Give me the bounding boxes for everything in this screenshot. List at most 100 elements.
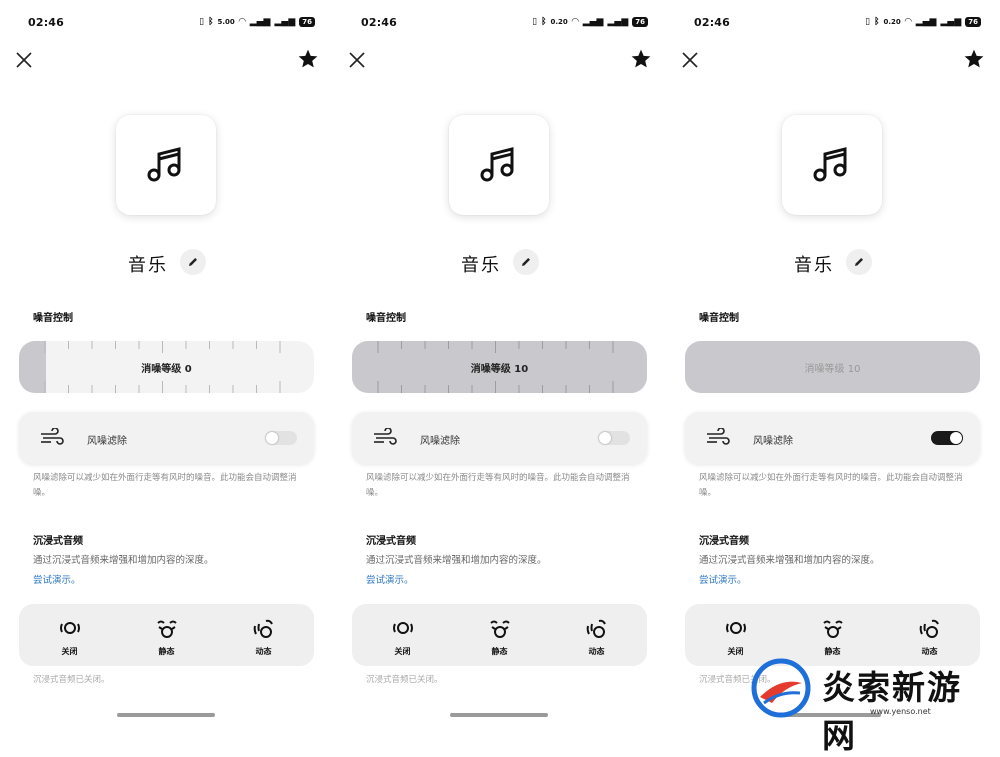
net-speed: 0.20 — [550, 18, 568, 26]
noise-level-slider[interactable]: 消噪等级 0 — [19, 341, 314, 393]
immersive-off-icon — [392, 622, 413, 634]
noise-level-label: 消噪等级 10 — [804, 364, 861, 375]
immersive-option-label: 动态 — [255, 647, 272, 656]
pencil-icon — [522, 258, 530, 266]
immersive-option-off[interactable]: 关闭 — [22, 607, 117, 663]
wind-filter-description: 风噪滤除可以减少如在外面行走等有风时的噪音。此功能会自动调整消噪。 — [366, 473, 630, 498]
try-demo-link[interactable]: 尝试演示。 — [33, 572, 81, 586]
status-icons: ▯ ᛒ 0.20 ◠ ▂▄▆ ▂▄▆ 76 — [532, 17, 648, 27]
status-icons: ▯ ᛒ 0.20 ◠ ▂▄▆ ▂▄▆ 76 — [865, 17, 981, 27]
immersive-heading: 沉浸式音频 — [366, 536, 416, 547]
immersive-description: 通过沉浸式音频来增强和增加内容的深度。 — [699, 555, 880, 566]
close-icon[interactable] — [347, 50, 367, 70]
title-row: 音乐 — [0, 249, 333, 277]
toggle-knob — [950, 432, 962, 444]
phone-screen: 02:46 ▯ ᛒ 0.20 ◠ ▂▄▆ ▂▄▆ 76 音乐 噪音控制 消噪等级… — [666, 0, 999, 723]
status-time: 02:46 — [694, 15, 731, 29]
battery-icon: 76 — [299, 17, 315, 27]
immersive-off-icon — [725, 622, 746, 634]
edit-title-button[interactable] — [846, 249, 872, 275]
immersive-mode-selector: 关闭 静态 动态 — [19, 604, 314, 666]
music-tile — [449, 115, 549, 215]
immersive-option-label: 关闭 — [61, 647, 78, 656]
signal-icon-2: ▂▄▆ — [607, 17, 629, 27]
vibrate-icon: ▯ — [532, 17, 538, 27]
edit-title-button[interactable] — [180, 249, 206, 275]
wifi-icon: ◠ — [571, 17, 579, 27]
noise-control-heading: 噪音控制 — [699, 313, 739, 324]
signal-icon: ▂▄▆ — [915, 17, 937, 27]
star-icon[interactable] — [297, 48, 319, 70]
noise-level-slider[interactable]: 消噪等级 10 — [685, 341, 980, 393]
wind-filter-toggle[interactable] — [598, 431, 630, 445]
immersive-heading: 沉浸式音频 — [699, 536, 749, 547]
immersive-option-off[interactable]: 关闭 — [355, 607, 450, 663]
wind-icon — [41, 428, 64, 445]
battery-icon: 76 — [632, 17, 648, 27]
wind-filter-label: 风噪滤除 — [420, 436, 460, 447]
device-title: 音乐 — [461, 255, 501, 276]
immersive-dynamic-icon — [253, 619, 273, 638]
wind-filter-card[interactable]: 风噪滤除 — [19, 412, 314, 464]
immersive-option-static[interactable]: 静态 — [452, 607, 547, 663]
noise-level-slider[interactable]: 消噪等级 10 — [352, 341, 647, 393]
status-time: 02:46 — [361, 15, 398, 29]
wind-icon — [707, 428, 730, 445]
wind-filter-card[interactable]: 风噪滤除 — [685, 412, 980, 464]
immersive-dynamic-icon — [919, 619, 939, 638]
try-demo-link[interactable]: 尝试演示。 — [366, 572, 414, 586]
pencil-icon — [189, 258, 197, 266]
immersive-status-text: 沉浸式音频已关闭。 — [366, 675, 443, 685]
title-row: 音乐 — [666, 249, 999, 277]
immersive-option-label: 动态 — [588, 647, 605, 656]
wind-filter-card[interactable]: 风噪滤除 — [352, 412, 647, 464]
wind-filter-description: 风噪滤除可以减少如在外面行走等有风时的噪音。此功能会自动调整消噪。 — [33, 473, 297, 498]
music-tile — [116, 115, 216, 215]
music-note-icon — [813, 147, 847, 182]
home-indicator[interactable] — [117, 713, 215, 717]
wifi-icon: ◠ — [238, 17, 246, 27]
immersive-description: 通过沉浸式音频来增强和增加内容的深度。 — [366, 555, 547, 566]
immersive-static-icon — [489, 620, 510, 638]
signal-icon: ▂▄▆ — [582, 17, 604, 27]
top-bar — [347, 48, 652, 72]
toggle-knob — [266, 432, 278, 444]
top-bar — [680, 48, 985, 72]
noise-level-label: 消噪等级 10 — [470, 364, 529, 375]
immersive-off-icon — [59, 622, 80, 634]
star-icon[interactable] — [963, 48, 985, 70]
close-icon[interactable] — [14, 50, 34, 70]
immersive-option-dynamic[interactable]: 动态 — [216, 607, 311, 663]
home-indicator[interactable] — [450, 713, 548, 717]
noise-level-label: 消噪等级 0 — [141, 364, 192, 375]
close-icon[interactable] — [680, 50, 700, 70]
immersive-description: 通过沉浸式音频来增强和增加内容的深度。 — [33, 555, 214, 566]
signal-icon: ▂▄▆ — [249, 17, 271, 27]
immersive-heading: 沉浸式音频 — [33, 536, 83, 547]
star-icon[interactable] — [630, 48, 652, 70]
immersive-static-icon — [822, 620, 843, 638]
signal-icon-2: ▂▄▆ — [940, 17, 962, 27]
wind-filter-toggle[interactable] — [265, 431, 297, 445]
immersive-option-dynamic[interactable]: 动态 — [549, 607, 644, 663]
wind-filter-toggle[interactable] — [931, 431, 963, 445]
watermark: 炎索新游网 www.yenso.net — [750, 655, 996, 755]
signal-icon-2: ▂▄▆ — [274, 17, 296, 27]
try-demo-link[interactable]: 尝试演示。 — [699, 572, 747, 586]
immersive-option-static[interactable]: 静态 — [119, 607, 214, 663]
wind-filter-label: 风噪滤除 — [87, 436, 127, 447]
edit-title-button[interactable] — [513, 249, 539, 275]
title-row: 音乐 — [333, 249, 666, 277]
vibrate-icon: ▯ — [199, 17, 205, 27]
wind-filter-description: 风噪滤除可以减少如在外面行走等有风时的噪音。此功能会自动调整消噪。 — [699, 473, 963, 498]
noise-control-heading: 噪音控制 — [366, 313, 406, 324]
wind-filter-label: 风噪滤除 — [753, 436, 793, 447]
bluetooth-icon: ᛒ — [541, 17, 547, 27]
immersive-option-label: 关闭 — [394, 647, 411, 656]
status-icons: ▯ ᛒ 5.00 ◠ ▂▄▆ ▂▄▆ 76 — [199, 17, 315, 27]
battery-icon: 76 — [965, 17, 981, 27]
bluetooth-icon: ᛒ — [874, 17, 880, 27]
immersive-option-label: 静态 — [158, 647, 175, 656]
noise-control-heading: 噪音控制 — [33, 313, 73, 324]
immersive-dynamic-icon — [586, 619, 606, 638]
